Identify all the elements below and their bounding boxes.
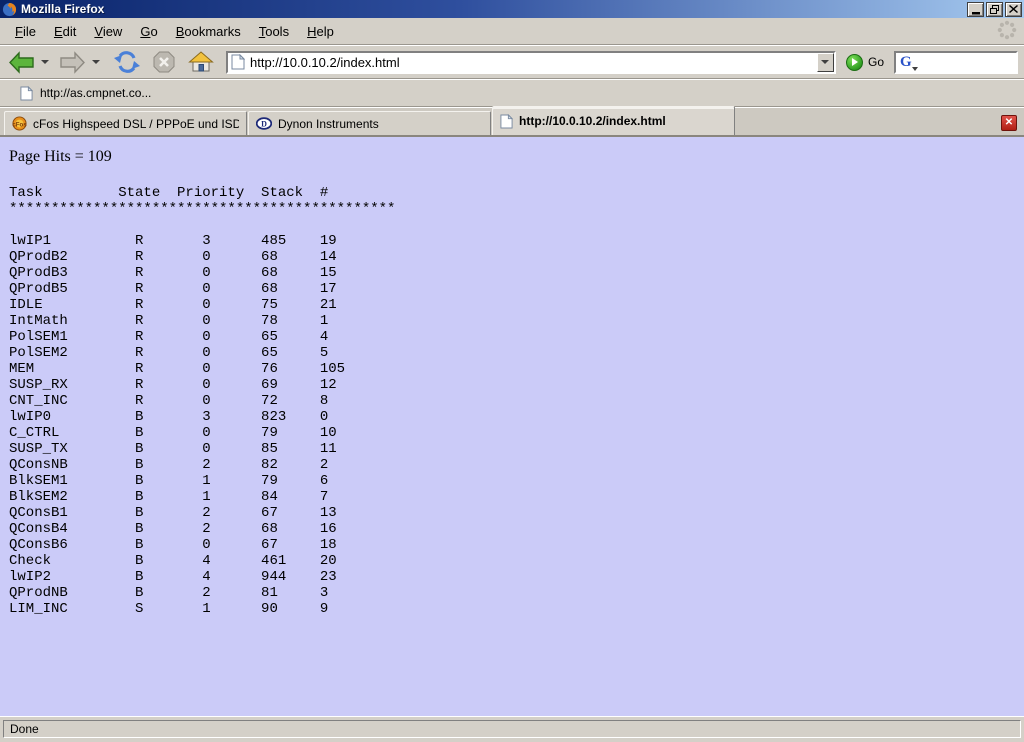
url-bar[interactable]: http://10.0.10.2/index.html bbox=[226, 51, 836, 74]
back-button[interactable] bbox=[6, 49, 37, 76]
tab-3-active[interactable]: http://10.0.10.2/index.html bbox=[492, 106, 735, 135]
go-label[interactable]: Go bbox=[868, 55, 884, 69]
tab-label: http://10.0.10.2/index.html bbox=[519, 114, 666, 128]
firefox-icon bbox=[2, 2, 17, 17]
reload-button[interactable] bbox=[112, 48, 142, 76]
menu-edit[interactable]: Edit bbox=[45, 20, 85, 43]
menu-bookmarks[interactable]: Bookmarks bbox=[167, 20, 250, 43]
menu-bar: FileEditViewGoBookmarksToolsHelp bbox=[0, 18, 1024, 45]
restore-button[interactable] bbox=[986, 2, 1003, 17]
cfos-icon: cFos bbox=[12, 116, 27, 131]
bookmarks-toolbar: http://as.cmpnet.co... bbox=[0, 79, 1024, 107]
forward-button[interactable] bbox=[57, 49, 88, 76]
svg-text:cFos: cFos bbox=[12, 121, 27, 128]
menu-tools[interactable]: Tools bbox=[250, 20, 298, 43]
google-search-icon[interactable]: G bbox=[900, 55, 912, 70]
minimize-button[interactable] bbox=[967, 2, 984, 17]
dynon-icon: D bbox=[256, 117, 272, 130]
forward-dropdown-arrow[interactable] bbox=[92, 60, 100, 64]
tab-close-button[interactable]: ✕ bbox=[1001, 115, 1017, 131]
svg-text:D: D bbox=[261, 120, 267, 129]
menu-view[interactable]: View bbox=[85, 20, 131, 43]
page-icon bbox=[20, 86, 33, 101]
tab-1[interactable]: cFos cFos Highspeed DSL / PPPoE und ISDN … bbox=[4, 111, 247, 135]
tab-bar: cFos cFos Highspeed DSL / PPPoE und ISDN … bbox=[0, 107, 1024, 137]
close-button[interactable] bbox=[1005, 2, 1022, 17]
status-text: Done bbox=[10, 722, 39, 736]
tab-label: cFos Highspeed DSL / PPPoE und ISDN CAP.… bbox=[33, 117, 239, 131]
menu-file[interactable]: File bbox=[6, 20, 45, 43]
task-table: Task State Priority Stack # ************… bbox=[9, 185, 1024, 617]
url-dropdown-button[interactable] bbox=[817, 53, 834, 72]
menu-help[interactable]: Help bbox=[298, 20, 343, 43]
navigation-toolbar: http://10.0.10.2/index.html Go G bbox=[0, 45, 1024, 79]
browser-content: Page Hits = 109 Task State Priority Stac… bbox=[0, 137, 1024, 716]
go-button[interactable] bbox=[846, 54, 863, 71]
title-bar: Mozilla Firefox bbox=[0, 0, 1024, 18]
throbber-icon bbox=[996, 19, 1018, 44]
page-icon bbox=[231, 54, 245, 70]
status-bar: Done bbox=[0, 716, 1024, 742]
bookmark-item[interactable]: http://as.cmpnet.co... bbox=[16, 84, 155, 103]
page-hits-text: Page Hits = 109 bbox=[9, 148, 1024, 166]
bookmark-label: http://as.cmpnet.co... bbox=[40, 86, 151, 100]
url-input[interactable]: http://10.0.10.2/index.html bbox=[250, 55, 817, 70]
page-icon bbox=[500, 114, 513, 129]
tab-2[interactable]: D Dynon Instruments bbox=[248, 111, 491, 135]
stop-button[interactable] bbox=[150, 48, 178, 76]
home-button[interactable] bbox=[186, 48, 216, 76]
menu-go[interactable]: Go bbox=[131, 20, 166, 43]
tab-label: Dynon Instruments bbox=[278, 117, 379, 131]
status-panel: Done bbox=[3, 720, 1021, 738]
back-dropdown-arrow[interactable] bbox=[41, 60, 49, 64]
search-input[interactable]: G bbox=[894, 51, 1018, 74]
window-title: Mozilla Firefox bbox=[21, 2, 965, 16]
